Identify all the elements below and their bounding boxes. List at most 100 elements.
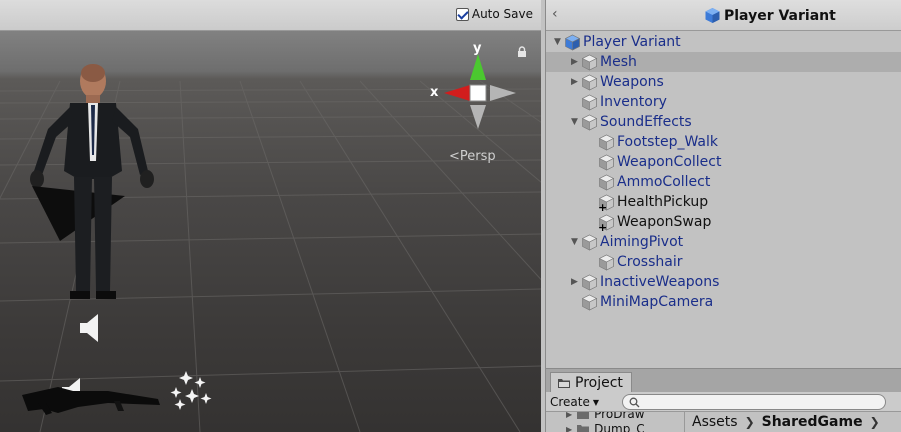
- breadcrumb-assets[interactable]: Assets: [692, 414, 738, 430]
- gizmo-y-label: y: [473, 41, 482, 56]
- arrow-spacer: [585, 192, 598, 212]
- hierarchy-item[interactable]: Crosshair: [546, 252, 901, 272]
- added-plus-icon: +: [598, 220, 608, 234]
- audio-source-icon[interactable]: [78, 313, 102, 343]
- arrow-spacer: [585, 212, 598, 232]
- project-panel: Project Create ▼ ▶ ProDraw ▶ Dump_C Asse…: [545, 368, 901, 432]
- hierarchy-item[interactable]: ▼ AimingPivot: [546, 232, 901, 252]
- gizmo-center-cube[interactable]: [469, 84, 487, 102]
- floor-weapons-model[interactable]: [18, 377, 168, 417]
- prefab-cube-icon: [598, 134, 615, 151]
- gizmo-x-axis[interactable]: [444, 85, 470, 101]
- chevron-right-icon: ❯: [869, 415, 880, 429]
- gizmo-y-axis[interactable]: [470, 54, 486, 80]
- chevron-right-icon: ▶: [566, 412, 573, 419]
- prefab-cube-icon: [581, 294, 598, 311]
- hierarchy-item[interactable]: Inventory: [546, 92, 901, 112]
- autosave-toggle[interactable]: Auto Save: [455, 7, 533, 21]
- lock-icon[interactable]: [516, 46, 528, 58]
- expand-arrow-down-icon[interactable]: ▼: [551, 32, 564, 52]
- prefab-cube-blue-icon: [564, 34, 581, 51]
- folder-label: Dump_C: [594, 422, 645, 432]
- create-button[interactable]: Create ▼: [550, 394, 599, 410]
- prefab-cube-icon: [581, 274, 598, 291]
- folder-item[interactable]: ▶ Dump_C: [566, 422, 645, 432]
- chevron-left-icon: ‹: [552, 6, 558, 22]
- hierarchy-item[interactable]: + WeaponSwap: [546, 212, 901, 234]
- hierarchy-item[interactable]: WeaponCollect: [546, 152, 901, 172]
- hierarchy-item[interactable]: ▶ Mesh: [546, 52, 901, 72]
- scene-viewport[interactable]: y x <Persp: [0, 31, 541, 432]
- expand-arrow-right-icon[interactable]: ▶: [568, 72, 581, 92]
- hierarchy-item-label: AmmoCollect: [617, 174, 711, 190]
- prefab-cube-icon: [581, 54, 598, 71]
- hierarchy-item-label: WeaponSwap: [617, 214, 712, 230]
- project-breadcrumb: Assets ❯ SharedGame ❯: [684, 412, 880, 432]
- back-button[interactable]: ‹: [552, 6, 568, 24]
- hierarchy-item-label: InactiveWeapons: [600, 274, 720, 290]
- hierarchy-item[interactable]: AmmoCollect: [546, 172, 901, 192]
- scene-view[interactable]: Auto Save y x <Persp: [0, 0, 541, 432]
- hierarchy-item-label: Crosshair: [617, 254, 683, 270]
- hierarchy-item-label: Footstep_Walk: [617, 134, 718, 150]
- hierarchy-item[interactable]: ▼ SoundEffects: [546, 112, 901, 132]
- folder-item[interactable]: ▶ ProDraw: [566, 412, 645, 421]
- project-body: ▶ ProDraw ▶ Dump_C Assets ❯ SharedGame ❯: [546, 412, 901, 432]
- arrow-spacer: [585, 172, 598, 192]
- hierarchy-panel: ‹ Player Variant ▼ Player Variant ▶ Mesh ▶ We…: [545, 0, 901, 368]
- search-input[interactable]: [643, 395, 883, 409]
- project-search-field[interactable]: [622, 394, 886, 410]
- arrow-spacer: [585, 252, 598, 272]
- gizmo-x-label: x: [430, 85, 439, 100]
- particle-system-icon[interactable]: [166, 367, 216, 411]
- scene-toolbar: Auto Save: [0, 0, 541, 31]
- prefab-cube-blue-icon: [705, 8, 720, 23]
- hierarchy-tree: ▼ Player Variant ▶ Mesh ▶ Weapons Inventory ▼ So…: [546, 31, 901, 312]
- expand-arrow-down-icon[interactable]: ▼: [568, 112, 581, 132]
- hierarchy-item-label: AimingPivot: [600, 234, 684, 250]
- expand-arrow-right-icon[interactable]: ▶: [568, 52, 581, 72]
- prefab-title-text: Player Variant: [724, 7, 836, 24]
- gizmo-neg-x-axis[interactable]: [490, 85, 516, 101]
- added-object-icon: +: [598, 214, 615, 234]
- prefab-cube-icon: [598, 154, 615, 171]
- hierarchy-item-label: Weapons: [600, 74, 664, 90]
- tab-project[interactable]: Project: [550, 372, 632, 393]
- autosave-checkbox[interactable]: [455, 7, 469, 21]
- breadcrumb-sharedgame[interactable]: SharedGame: [762, 414, 863, 430]
- scene-orientation-gizmo[interactable]: y x: [424, 39, 524, 131]
- prefab-cube-icon: [581, 74, 598, 91]
- added-object-icon: +: [598, 194, 615, 214]
- arrow-spacer: [585, 152, 598, 172]
- player-character-model[interactable]: [20, 51, 170, 301]
- hierarchy-item[interactable]: MiniMapCamera: [546, 292, 901, 312]
- hierarchy-item[interactable]: ▶ Weapons: [546, 72, 901, 92]
- hierarchy-item[interactable]: ▶ InactiveWeapons: [546, 272, 901, 292]
- prefab-title: Player Variant: [704, 7, 836, 24]
- folder-icon: [577, 412, 590, 419]
- view-mode-label[interactable]: <Persp: [449, 149, 496, 164]
- arrow-spacer: [568, 92, 581, 112]
- hierarchy-item-label: Mesh: [600, 54, 637, 70]
- added-plus-icon: +: [598, 200, 608, 214]
- prefab-cube-icon: [581, 234, 598, 251]
- hierarchy-item-label: Inventory: [600, 94, 667, 110]
- arrow-spacer: [568, 292, 581, 312]
- gizmo-neg-y-axis[interactable]: [470, 105, 486, 129]
- search-icon: [629, 397, 640, 407]
- project-tab-bar: Project: [546, 369, 901, 393]
- chevron-right-icon: ❯: [744, 415, 755, 429]
- folder-label: ProDraw: [594, 412, 645, 421]
- hierarchy-item-label: MiniMapCamera: [600, 294, 714, 310]
- hierarchy-item[interactable]: + HealthPickup: [546, 192, 901, 214]
- persp-arrow-icon: <: [449, 149, 460, 164]
- expand-arrow-down-icon[interactable]: ▼: [568, 232, 581, 252]
- project-toolbar: Create ▼: [546, 392, 901, 412]
- project-folder-tree: ▶ ProDraw ▶ Dump_C: [546, 412, 684, 432]
- expand-arrow-right-icon[interactable]: ▶: [568, 272, 581, 292]
- create-button-label: Create: [550, 395, 590, 409]
- hierarchy-item[interactable]: ▼ Player Variant: [546, 32, 901, 52]
- folder-icon: [577, 424, 590, 432]
- hierarchy-item[interactable]: Footstep_Walk: [546, 132, 901, 152]
- prefab-header: ‹ Player Variant: [546, 0, 901, 31]
